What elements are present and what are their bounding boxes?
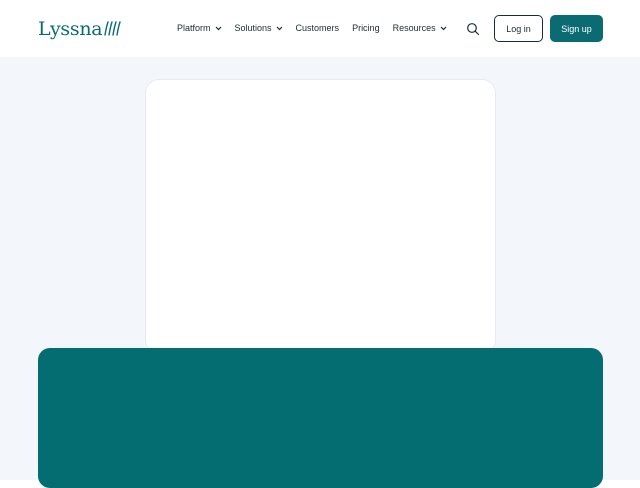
main-nav: Platform Solutions Customers Pricing Res… — [177, 19, 460, 37]
hero-media-card — [145, 79, 496, 354]
nav-item-customers[interactable]: Customers — [296, 23, 340, 33]
nav-label: Solutions — [234, 23, 272, 33]
chevron-down-icon — [215, 26, 221, 30]
login-button[interactable]: Log in — [494, 15, 543, 42]
signup-button[interactable]: Sign up — [550, 15, 603, 42]
search-icon[interactable] — [466, 22, 480, 36]
nav-item-platform[interactable]: Platform — [177, 23, 222, 33]
nav-item-pricing[interactable]: Pricing — [352, 23, 380, 33]
lyssna-logo[interactable]: Lyssna — [38, 16, 123, 42]
chevron-down-icon — [440, 26, 447, 30]
teal-feature-panel — [38, 348, 603, 488]
nav-label: Customers — [295, 23, 340, 33]
logo-wordmark: Lyssna — [38, 18, 103, 40]
site-header: Lyssna Platform Solutions Customers Pric… — [0, 0, 640, 57]
logo-waves-icon — [104, 21, 121, 36]
chevron-down-icon — [276, 26, 282, 30]
nav-item-solutions[interactable]: Solutions — [235, 23, 283, 33]
nav-label: Resources — [392, 23, 436, 33]
nav-item-resources[interactable]: Resources — [393, 23, 447, 33]
nav-label: Platform — [177, 23, 211, 33]
nav-label: Pricing — [352, 23, 380, 33]
